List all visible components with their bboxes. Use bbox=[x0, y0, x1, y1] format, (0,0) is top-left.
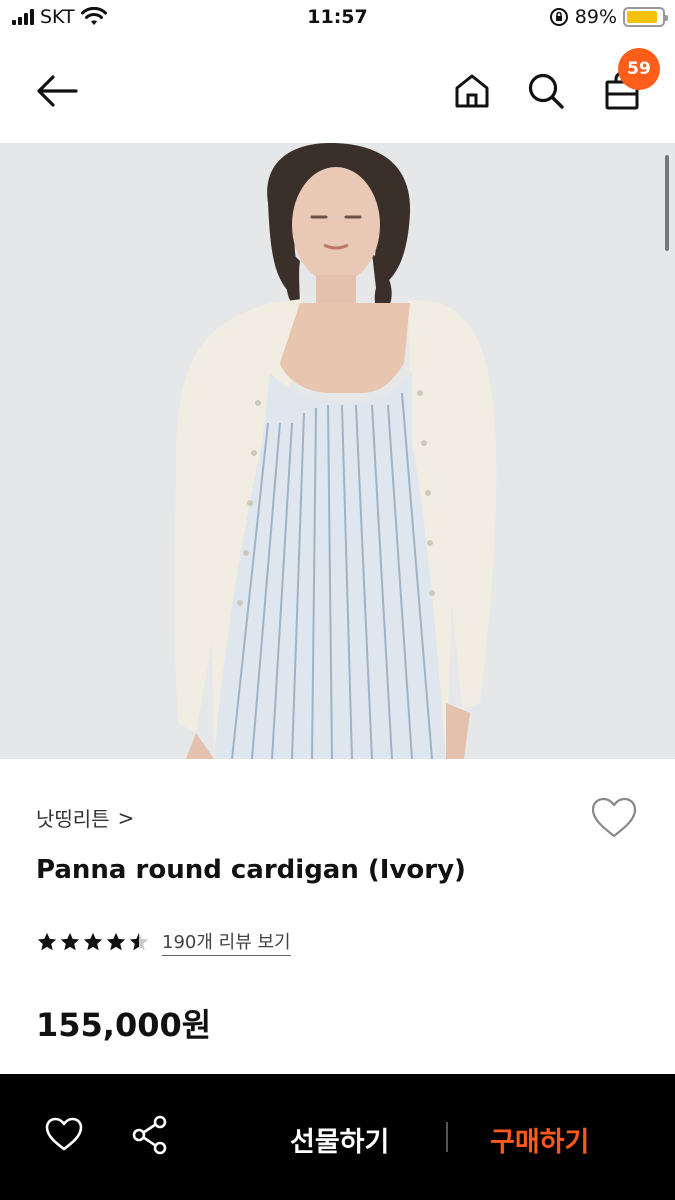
search-button[interactable] bbox=[522, 66, 570, 116]
brand-link[interactable]: 낫띵리튼 > bbox=[36, 803, 134, 832]
status-right: 89% bbox=[549, 6, 668, 28]
search-icon bbox=[528, 73, 564, 109]
brand-name: 낫띵리튼 bbox=[36, 807, 110, 831]
star-filled-icon bbox=[37, 932, 57, 951]
product-title: Panna round cardigan (Ivory) bbox=[36, 855, 466, 885]
star-filled-icon bbox=[106, 932, 126, 951]
star-half-icon bbox=[129, 932, 149, 951]
cart-count-badge: 59 bbox=[618, 48, 660, 90]
star-filled-icon bbox=[60, 932, 80, 951]
top-nav: 59 bbox=[0, 38, 675, 143]
chevron-right-icon: > bbox=[117, 805, 135, 830]
divider bbox=[446, 1122, 448, 1152]
status-left: SKT bbox=[12, 6, 107, 28]
review-link[interactable]: 190개 리뷰 보기 bbox=[162, 928, 291, 956]
product-price: 155,000원 bbox=[36, 1006, 212, 1044]
battery-percent: 89% bbox=[574, 6, 617, 28]
arrow-left-icon bbox=[37, 75, 78, 107]
gift-button[interactable]: 선물하기 bbox=[290, 1120, 389, 1159]
buy-button[interactable]: 구매하기 bbox=[490, 1120, 589, 1159]
scroll-indicator[interactable] bbox=[665, 155, 669, 251]
back-button[interactable] bbox=[30, 66, 84, 116]
bottom-action-bar: 선물하기 구매하기 bbox=[0, 1074, 675, 1200]
status-bar: SKT 11:57 89% bbox=[0, 0, 675, 38]
heart-outline-icon bbox=[45, 1117, 83, 1151]
rating-row: 190개 리뷰 보기 bbox=[36, 928, 291, 956]
wishlist-button[interactable] bbox=[590, 796, 638, 842]
rotation-lock-icon bbox=[549, 8, 568, 26]
signal-icon bbox=[12, 9, 34, 25]
battery-icon bbox=[623, 7, 668, 27]
share-button[interactable] bbox=[130, 1114, 172, 1158]
carrier-label: SKT bbox=[40, 6, 75, 28]
star-filled-icon bbox=[83, 932, 103, 951]
home-icon bbox=[455, 74, 489, 108]
star-rating bbox=[36, 931, 150, 953]
product-image[interactable] bbox=[0, 143, 675, 759]
wifi-icon bbox=[80, 7, 107, 25]
heart-outline-icon bbox=[591, 797, 637, 838]
model-photo bbox=[0, 143, 675, 759]
share-icon bbox=[132, 1115, 167, 1155]
bottom-wishlist-button[interactable] bbox=[44, 1116, 86, 1156]
home-button[interactable] bbox=[448, 66, 496, 116]
